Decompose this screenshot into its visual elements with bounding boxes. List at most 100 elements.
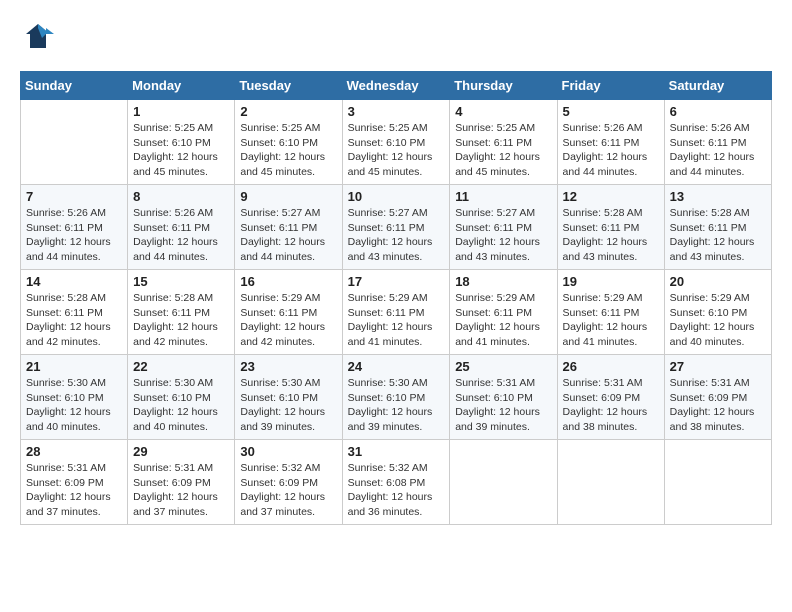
day-info: Sunrise: 5:29 AM Sunset: 6:11 PM Dayligh… [240,291,336,350]
calendar-week-1: 1 Sunrise: 5:25 AM Sunset: 6:10 PM Daylig… [21,100,772,185]
day-info: Sunrise: 5:25 AM Sunset: 6:11 PM Dayligh… [455,121,551,180]
day-number: 1 [133,104,229,119]
day-info: Sunrise: 5:27 AM Sunset: 6:11 PM Dayligh… [240,206,336,265]
calendar-cell: 27 Sunrise: 5:31 AM Sunset: 6:09 PM Dayli… [664,355,771,440]
calendar-cell [557,440,664,525]
calendar-cell: 23Sunrise: 5:30 AM Sunset: 6:10 PM Dayli… [235,355,342,440]
calendar-cell: 8 Sunrise: 5:26 AM Sunset: 6:11 PM Daylig… [128,185,235,270]
calendar-week-4: 21 Sunrise: 5:30 AM Sunset: 6:10 PM Dayli… [21,355,772,440]
day-info: Sunrise: 5:28 AM Sunset: 6:11 PM Dayligh… [563,206,659,265]
day-info: Sunrise: 5:28 AM Sunset: 6:11 PM Dayligh… [133,291,229,350]
day-info: Sunrise: 5:31 AM Sunset: 6:09 PM Dayligh… [26,461,122,520]
calendar-cell: 17 Sunrise: 5:29 AM Sunset: 6:11 PM Dayli… [342,270,450,355]
day-number: 17 [348,274,445,289]
day-info: Sunrise: 5:30 AM Sunset: 6:10 PM Dayligh… [348,376,445,435]
day-number: 6 [670,104,766,119]
calendar-cell: 11 Sunrise: 5:27 AM Sunset: 6:11 PM Dayli… [450,185,557,270]
day-number: 28 [26,444,122,459]
day-info: Sunrise: 5:28 AM Sunset: 6:11 PM Dayligh… [670,206,766,265]
day-info: Sunrise: 5:30 AM Sunset: 6:10 PM Dayligh… [26,376,122,435]
day-info: Sunrise: 5:31 AM Sunset: 6:10 PM Dayligh… [455,376,551,435]
day-number: 27 [670,359,766,374]
logo [20,20,62,61]
calendar-cell: 2 Sunrise: 5:25 AM Sunset: 6:10 PM Daylig… [235,100,342,185]
calendar-cell: 19 Sunrise: 5:29 AM Sunset: 6:11 PM Dayli… [557,270,664,355]
header-wednesday: Wednesday [342,72,450,100]
day-number: 11 [455,189,551,204]
header-sunday: Sunday [21,72,128,100]
calendar-cell: 15 Sunrise: 5:28 AM Sunset: 6:11 PM Dayli… [128,270,235,355]
calendar-cell [664,440,771,525]
day-number: 21 [26,359,122,374]
calendar-week-2: 7Sunrise: 5:26 AM Sunset: 6:11 PM Daylig… [21,185,772,270]
day-info: Sunrise: 5:26 AM Sunset: 6:11 PM Dayligh… [670,121,766,180]
calendar-cell [450,440,557,525]
calendar-cell: 16Sunrise: 5:29 AM Sunset: 6:11 PM Dayli… [235,270,342,355]
calendar-cell: 24 Sunrise: 5:30 AM Sunset: 6:10 PM Dayli… [342,355,450,440]
calendar-cell: 26 Sunrise: 5:31 AM Sunset: 6:09 PM Dayli… [557,355,664,440]
calendar-cell: 13 Sunrise: 5:28 AM Sunset: 6:11 PM Dayli… [664,185,771,270]
header-friday: Friday [557,72,664,100]
day-info: Sunrise: 5:29 AM Sunset: 6:11 PM Dayligh… [348,291,445,350]
calendar-cell: 10 Sunrise: 5:27 AM Sunset: 6:11 PM Dayli… [342,185,450,270]
day-number: 14 [26,274,122,289]
calendar-cell: 21 Sunrise: 5:30 AM Sunset: 6:10 PM Dayli… [21,355,128,440]
day-info: Sunrise: 5:29 AM Sunset: 6:11 PM Dayligh… [455,291,551,350]
day-info: Sunrise: 5:25 AM Sunset: 6:10 PM Dayligh… [240,121,336,180]
day-info: Sunrise: 5:29 AM Sunset: 6:11 PM Dayligh… [563,291,659,350]
day-info: Sunrise: 5:27 AM Sunset: 6:11 PM Dayligh… [348,206,445,265]
day-number: 12 [563,189,659,204]
day-number: 22 [133,359,229,374]
day-number: 3 [348,104,445,119]
day-info: Sunrise: 5:26 AM Sunset: 6:11 PM Dayligh… [133,206,229,265]
calendar-cell: 5 Sunrise: 5:26 AM Sunset: 6:11 PM Daylig… [557,100,664,185]
calendar-cell: 30Sunrise: 5:32 AM Sunset: 6:09 PM Dayli… [235,440,342,525]
header-monday: Monday [128,72,235,100]
day-info: Sunrise: 5:31 AM Sunset: 6:09 PM Dayligh… [670,376,766,435]
day-info: Sunrise: 5:30 AM Sunset: 6:10 PM Dayligh… [240,376,336,435]
calendar-cell: 31Sunrise: 5:32 AM Sunset: 6:08 PM Dayli… [342,440,450,525]
header-thursday: Thursday [450,72,557,100]
calendar-cell: 14 Sunrise: 5:28 AM Sunset: 6:11 PM Dayli… [21,270,128,355]
calendar-cell: 28 Sunrise: 5:31 AM Sunset: 6:09 PM Dayli… [21,440,128,525]
calendar-cell: 3 Sunrise: 5:25 AM Sunset: 6:10 PM Daylig… [342,100,450,185]
day-number: 25 [455,359,551,374]
page-header [20,20,772,61]
calendar-cell: 1 Sunrise: 5:25 AM Sunset: 6:10 PM Daylig… [128,100,235,185]
day-number: 15 [133,274,229,289]
day-info: Sunrise: 5:32 AM Sunset: 6:08 PM Dayligh… [348,461,445,520]
calendar-header-row: SundayMondayTuesdayWednesdayThursdayFrid… [21,72,772,100]
day-info: Sunrise: 5:26 AM Sunset: 6:11 PM Dayligh… [563,121,659,180]
calendar-week-5: 28 Sunrise: 5:31 AM Sunset: 6:09 PM Dayli… [21,440,772,525]
header-tuesday: Tuesday [235,72,342,100]
day-number: 20 [670,274,766,289]
calendar-cell: 20Sunrise: 5:29 AM Sunset: 6:10 PM Dayli… [664,270,771,355]
day-number: 8 [133,189,229,204]
day-info: Sunrise: 5:28 AM Sunset: 6:11 PM Dayligh… [26,291,122,350]
day-number: 18 [455,274,551,289]
day-info: Sunrise: 5:25 AM Sunset: 6:10 PM Dayligh… [133,121,229,180]
calendar-week-3: 14 Sunrise: 5:28 AM Sunset: 6:11 PM Dayli… [21,270,772,355]
calendar-table: SundayMondayTuesdayWednesdayThursdayFrid… [20,71,772,525]
day-number: 5 [563,104,659,119]
day-number: 9 [240,189,336,204]
day-number: 24 [348,359,445,374]
header-saturday: Saturday [664,72,771,100]
day-number: 2 [240,104,336,119]
day-info: Sunrise: 5:31 AM Sunset: 6:09 PM Dayligh… [563,376,659,435]
day-number: 26 [563,359,659,374]
day-number: 13 [670,189,766,204]
day-info: Sunrise: 5:27 AM Sunset: 6:11 PM Dayligh… [455,206,551,265]
calendar-cell: 29 Sunrise: 5:31 AM Sunset: 6:09 PM Dayli… [128,440,235,525]
calendar-cell: 25 Sunrise: 5:31 AM Sunset: 6:10 PM Dayli… [450,355,557,440]
day-number: 19 [563,274,659,289]
calendar-cell: 9 Sunrise: 5:27 AM Sunset: 6:11 PM Daylig… [235,185,342,270]
calendar-cell: 6 Sunrise: 5:26 AM Sunset: 6:11 PM Daylig… [664,100,771,185]
day-number: 4 [455,104,551,119]
day-info: Sunrise: 5:25 AM Sunset: 6:10 PM Dayligh… [348,121,445,180]
day-number: 10 [348,189,445,204]
day-info: Sunrise: 5:31 AM Sunset: 6:09 PM Dayligh… [133,461,229,520]
day-number: 29 [133,444,229,459]
day-info: Sunrise: 5:30 AM Sunset: 6:10 PM Dayligh… [133,376,229,435]
calendar-cell: 7Sunrise: 5:26 AM Sunset: 6:11 PM Daylig… [21,185,128,270]
